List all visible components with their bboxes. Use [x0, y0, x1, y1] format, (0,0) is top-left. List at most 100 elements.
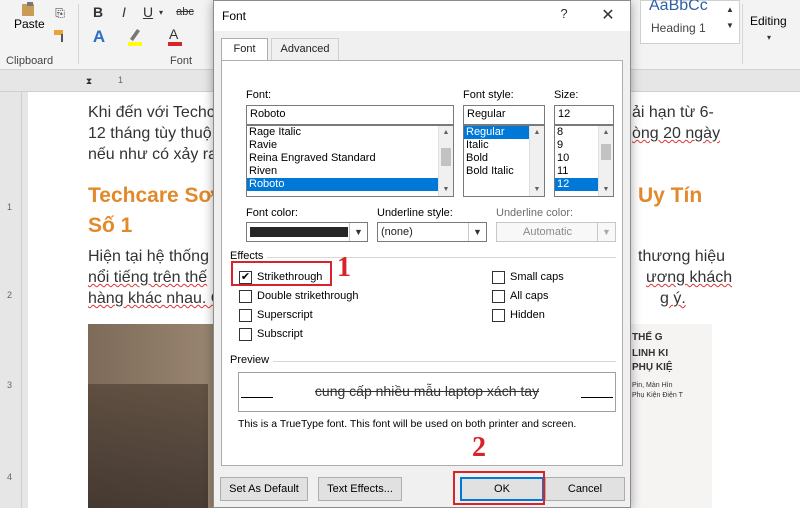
size-input[interactable]: 12: [554, 105, 614, 125]
subscript-label: Subscript: [257, 328, 303, 340]
font-name-input[interactable]: Roboto: [246, 105, 454, 125]
list-item[interactable]: Reina Engraved Standard: [247, 152, 453, 165]
font-list[interactable]: Rage Italic Ravie Reina Engraved Standar…: [246, 125, 454, 197]
scroll-up-icon[interactable]: ▲: [439, 126, 453, 139]
checkbox-icon[interactable]: [239, 289, 252, 303]
font-color-icon[interactable]: A: [166, 26, 184, 46]
chevron-down-icon[interactable]: ▾: [156, 6, 166, 18]
list-item[interactable]: Ravie: [247, 139, 453, 152]
preview-text: cung cấp nhiều mẫu laptop xách tay: [314, 383, 540, 399]
cancel-button[interactable]: Cancel: [545, 477, 625, 501]
small-caps-checkbox[interactable]: Small caps: [492, 269, 564, 285]
ribbon-divider: [742, 4, 743, 64]
font-color-dropdown[interactable]: ▼: [246, 222, 368, 242]
ribbon-divider: [78, 4, 79, 64]
strikethrough-button[interactable]: abc: [170, 4, 200, 20]
list-item[interactable]: Riven: [247, 165, 453, 178]
chevron-down-icon[interactable]: ▼: [468, 223, 486, 241]
underline-button[interactable]: U: [140, 4, 156, 20]
superscript-checkbox[interactable]: Superscript: [239, 307, 313, 323]
doc-line: thương hiệu: [638, 248, 726, 265]
chevron-down-icon[interactable]: ▼: [349, 223, 367, 241]
font-list-scrollbar[interactable]: ▲ ▼: [438, 126, 453, 196]
checkbox-icon[interactable]: [239, 308, 252, 322]
editing-button[interactable]: Editing: [750, 14, 787, 28]
hidden-checkbox[interactable]: Hidden: [492, 307, 545, 323]
style-preview-text: AaBbCc: [649, 0, 708, 14]
checkbox-icon[interactable]: [492, 270, 505, 284]
underline-color-dropdown[interactable]: Automatic ▼: [496, 222, 616, 242]
subscript-checkbox[interactable]: Subscript: [239, 326, 303, 342]
list-item-selected[interactable]: 12: [555, 178, 598, 191]
font-color-swatch: [250, 227, 348, 237]
text-effects-button[interactable]: Text Effects...: [318, 477, 402, 501]
ruler-number: 4: [7, 472, 13, 482]
all-caps-checkbox[interactable]: All caps: [492, 288, 549, 304]
checkbox-icon[interactable]: [239, 327, 252, 341]
scroll-down-icon[interactable]: ▼: [439, 183, 453, 196]
chevron-down-icon[interactable]: ▾: [764, 32, 774, 42]
doc-line: òng 20 ngày: [632, 125, 721, 142]
chevron-down-icon: ▼: [597, 223, 615, 241]
ruler-number: 1: [7, 202, 13, 212]
preview-divider: [230, 361, 616, 362]
scroll-down-icon[interactable]: ▼: [724, 20, 736, 30]
doc-heading: Uy Tín: [638, 184, 703, 207]
underline-color-value: Automatic: [523, 226, 572, 238]
size-label: Size:: [554, 89, 579, 101]
scroll-up-icon[interactable]: ▲: [724, 4, 736, 14]
photo-shadow: [88, 384, 208, 508]
font-style-input[interactable]: Regular: [463, 105, 545, 125]
tab-font[interactable]: Font: [221, 38, 268, 61]
ruler-number: 1: [118, 75, 124, 85]
underline-style-label: Underline style:: [377, 207, 453, 219]
font-group-label: Font: [170, 55, 193, 67]
close-button[interactable]: ✕: [596, 5, 620, 27]
scroll-up-icon[interactable]: ▲: [599, 126, 613, 139]
size-list[interactable]: 8 9 10 11 12 ▲ ▼: [554, 125, 614, 197]
underline-style-dropdown[interactable]: (none) ▼: [377, 222, 487, 242]
list-item[interactable]: Rage Italic: [247, 126, 453, 139]
set-as-default-button[interactable]: Set As Default: [220, 477, 308, 501]
doc-line: Hiện tại hệ thống: [88, 248, 209, 265]
format-painter-icon[interactable]: [52, 28, 68, 44]
preview-box: cung cấp nhiều mẫu laptop xách tay: [238, 372, 616, 412]
paste-button[interactable]: Paste: [14, 17, 45, 31]
step-1-label: 1: [337, 252, 351, 283]
doc-line: hàng khác nhau. C: [88, 290, 223, 307]
photo-sign-panel: THẾ G LINH KI PHỤ KIỆ Pin, Màn Hìn Phụ K…: [622, 324, 712, 508]
italic-button[interactable]: I: [116, 4, 132, 20]
bold-button[interactable]: B: [90, 4, 106, 20]
scroll-down-icon[interactable]: ▼: [530, 183, 544, 196]
font-label: Font:: [246, 89, 272, 101]
scroll-down-icon[interactable]: ▼: [599, 183, 613, 196]
ruler-number: 3: [7, 380, 13, 390]
svg-text:A: A: [169, 26, 179, 42]
doc-line: nếu như có xảy ra: [88, 146, 218, 163]
doc-line: Khi đến với Techc: [88, 104, 215, 121]
font-style-list[interactable]: Regular Italic Bold Bold Italic ▲ ▼: [463, 125, 545, 197]
strikethrough-highlight-box: [231, 261, 332, 286]
paste-icon[interactable]: [14, 2, 44, 16]
ok-highlight-box: [453, 471, 545, 505]
preview-label: Preview: [230, 354, 274, 366]
indent-marker-icon[interactable]: ⧗: [84, 72, 94, 90]
style-list-scrollbar[interactable]: ▲ ▼: [529, 126, 544, 196]
help-button[interactable]: ?: [554, 6, 574, 26]
size-list-scrollbar[interactable]: ▲ ▼: [598, 126, 613, 196]
vertical-ruler[interactable]: 1 2 3 4: [0, 92, 22, 508]
underline-style-value: (none): [381, 226, 413, 238]
list-item-selected[interactable]: Roboto: [247, 178, 453, 191]
checkbox-icon[interactable]: [492, 289, 505, 303]
scrollbar-thumb[interactable]: [601, 144, 611, 160]
title-bar[interactable]: Font ? ✕: [214, 1, 630, 31]
dialog-title: Font: [222, 9, 247, 23]
checkbox-icon[interactable]: [492, 308, 505, 322]
copy-icon[interactable]: ⎘: [52, 5, 68, 21]
scroll-up-icon[interactable]: ▲: [530, 126, 544, 139]
highlight-color-icon[interactable]: [126, 26, 144, 46]
text-effects-icon[interactable]: A: [90, 27, 108, 46]
scrollbar-thumb[interactable]: [441, 148, 451, 166]
double-strikethrough-checkbox[interactable]: Double strikethrough: [239, 288, 359, 304]
tab-advanced[interactable]: Advanced: [271, 38, 339, 60]
